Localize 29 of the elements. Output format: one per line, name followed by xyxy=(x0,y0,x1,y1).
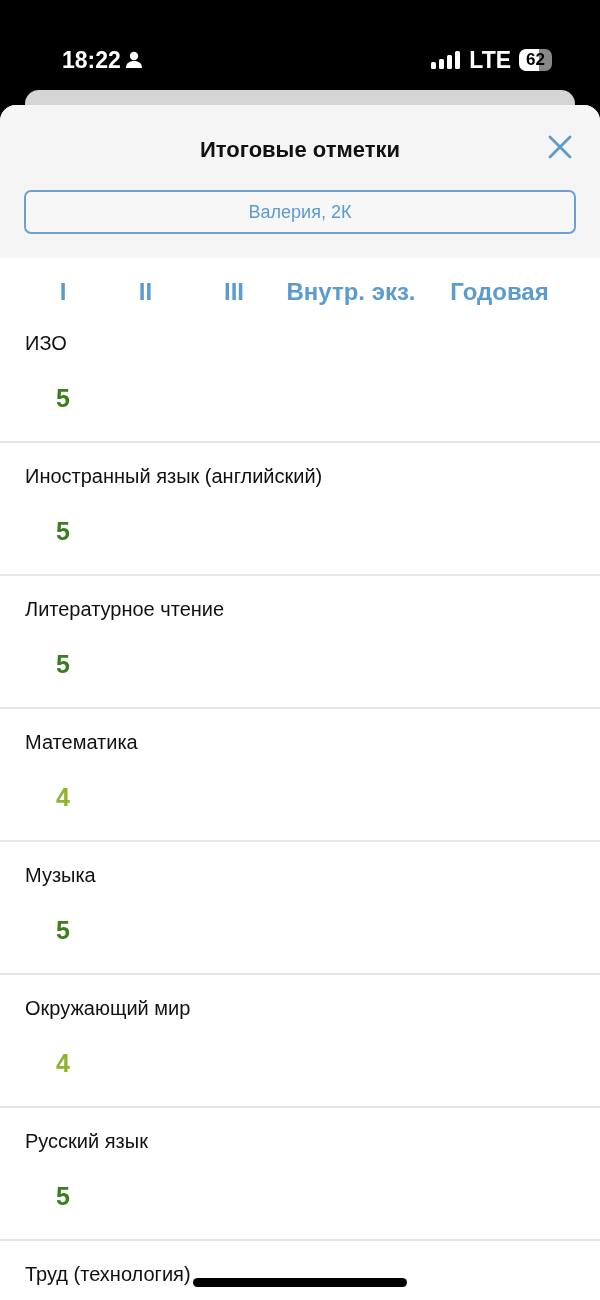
subject-name: Русский язык xyxy=(25,1129,148,1154)
grade-value: 5 xyxy=(55,516,71,547)
battery-indicator: 62 xyxy=(519,49,552,71)
subject-name: Иностранный язык (английский) xyxy=(25,464,323,489)
grade-value: 5 xyxy=(55,915,71,946)
person-icon xyxy=(124,51,143,69)
subject-name: ИЗО xyxy=(25,331,67,356)
subject-name: Труд (технология) xyxy=(25,1262,191,1287)
grade-value: 4 xyxy=(55,1048,71,1079)
close-icon xyxy=(548,135,572,159)
signal-icon xyxy=(431,51,462,69)
column-header: III xyxy=(224,278,244,305)
subject-name: Окружающий мир xyxy=(25,996,191,1021)
student-selector[interactable]: Валерия, 2К xyxy=(24,190,576,234)
subject-name: Литературное чтение xyxy=(25,597,225,622)
column-header: II xyxy=(138,278,153,305)
subject-name: Математика xyxy=(25,730,138,755)
subject-name: Музыка xyxy=(25,863,96,888)
column-header: I xyxy=(59,278,67,305)
close-button[interactable] xyxy=(548,135,572,159)
column-header: Внутр. экз. xyxy=(286,278,416,305)
sheet-title: Итоговые отметки xyxy=(200,137,400,162)
grade-value: 5 xyxy=(55,383,71,414)
column-header: Годовая xyxy=(450,278,549,305)
network-label: LTE xyxy=(469,45,512,75)
grade-value: 4 xyxy=(55,782,71,813)
grade-value: 5 xyxy=(55,649,71,680)
grade-value: 5 xyxy=(55,1181,71,1212)
clock-time: 18:22 xyxy=(62,45,121,75)
